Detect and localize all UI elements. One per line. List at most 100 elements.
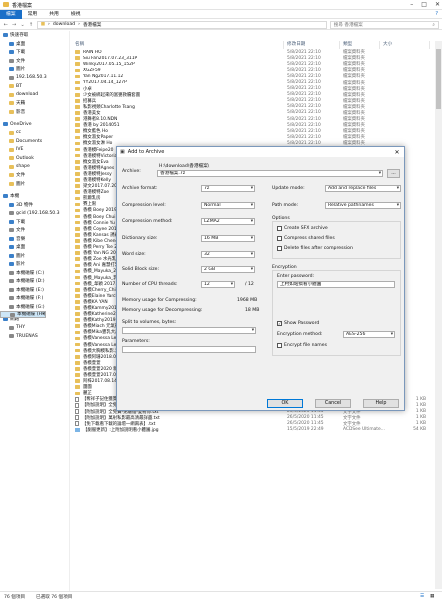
delete-checkbox[interactable]: Delete files after compression — [277, 246, 353, 251]
breadcrumb-current[interactable]: 香港檔案 — [83, 22, 101, 28]
maximize-button[interactable]: □ — [421, 1, 427, 8]
nav-item-label: 圖片 — [16, 181, 26, 187]
format-select[interactable]: 7z — [201, 185, 255, 192]
nav-item[interactable]: THY — [0, 324, 69, 333]
help-button[interactable]: Help — [363, 399, 399, 408]
details-view-icon[interactable]: ☰ — [420, 594, 424, 599]
show-password-checkbox[interactable]: ✓ Show Password — [277, 321, 319, 326]
sfx-checkbox[interactable]: Create SFX archive — [277, 226, 328, 231]
nav-item-icon — [9, 92, 14, 97]
search-input[interactable]: 搜尋 香港檔案 ⌕ — [329, 20, 439, 29]
close-button[interactable]: ✕ — [435, 1, 440, 8]
breadcrumb-separator: › — [48, 22, 50, 27]
enc-method-select[interactable]: AES-256 — [343, 331, 395, 338]
dict-select[interactable]: 16 MB — [201, 235, 255, 242]
path-mode-select[interactable]: Relative pathnames — [325, 202, 401, 209]
nav-item[interactable]: 影片 — [0, 260, 69, 269]
split-select[interactable] — [122, 327, 256, 334]
column-name[interactable]: 名稱 — [72, 41, 284, 49]
nav-item[interactable]: 桌面 — [0, 40, 69, 49]
address-box[interactable]: ■ › download › 香港檔案 — [36, 20, 327, 29]
file-name: 阿梓2017.08.14 — [83, 379, 117, 385]
nav-item[interactable]: TRUENAS — [0, 332, 69, 341]
update-mode-select[interactable]: Add and replace files — [325, 185, 401, 192]
nav-item[interactable]: download — [0, 91, 69, 100]
tab-share[interactable]: 共用 — [43, 10, 65, 19]
nav-item[interactable]: 桌面 — [0, 243, 69, 252]
nav-item[interactable]: Documents — [0, 137, 69, 146]
title-bar: 香港檔案 – □ ✕ — [0, 0, 442, 10]
nav-item[interactable]: 本機磁碟 (C:) — [0, 269, 69, 278]
column-date[interactable]: 修改日期 — [284, 41, 340, 49]
file-name-cell: 少女被綁起來的富婆救贖套圖 — [72, 92, 284, 98]
up-arrow-icon[interactable]: ↑ — [28, 22, 33, 28]
column-size[interactable]: 大小 — [380, 41, 430, 49]
folder-icon — [75, 239, 80, 243]
tab-view[interactable]: 檢視 — [65, 10, 87, 19]
column-type[interactable]: 類型 — [340, 41, 380, 49]
nav-item-label: 影片 — [16, 262, 26, 268]
threads-select[interactable]: 12 — [201, 281, 235, 288]
nav-item[interactable]: 本機磁碟 (G:) — [0, 303, 69, 312]
file-type: 檔案資料夾 — [343, 80, 365, 86]
file-date: 5/8/2021 22:10 — [287, 67, 321, 73]
nav-item[interactable]: cc — [0, 129, 69, 138]
nav-item[interactable]: shape — [0, 163, 69, 172]
nav-item[interactable]: 文件 — [0, 57, 69, 66]
method-select[interactable]: LZMA2 — [201, 218, 255, 225]
word-select[interactable]: 32 — [201, 251, 255, 258]
nav-item[interactable]: 本機磁碟 (D:) — [0, 277, 69, 286]
file-type: 檔案資料夾 — [343, 123, 365, 129]
nav-item[interactable]: 下載 — [0, 218, 69, 227]
nav-item[interactable]: BT — [0, 82, 69, 91]
minimize-button[interactable]: – — [410, 1, 413, 8]
nav-item[interactable]: OneDrive — [0, 120, 69, 129]
nav-item[interactable]: gcid (192.168.50.3 — [0, 209, 69, 218]
nav-item[interactable]: 圖片 — [0, 65, 69, 74]
file-name: 香模 Zoe 水光乳尊 — [83, 257, 121, 263]
nav-item[interactable]: IVE — [0, 146, 69, 155]
item-count: 76 個項目 — [4, 595, 26, 600]
forward-arrow-icon[interactable]: → — [11, 22, 16, 28]
vertical-scrollbar[interactable] — [435, 41, 442, 589]
nav-item[interactable]: 下載 — [0, 48, 69, 57]
breadcrumb-download[interactable]: download — [53, 22, 75, 27]
nav-item[interactable]: 本機磁碟 (H:) — [0, 311, 47, 318]
solid-select[interactable]: 2 GB — [201, 266, 255, 273]
thumbnail-view-icon[interactable]: ▦ — [430, 594, 434, 599]
back-arrow-icon[interactable]: ← — [3, 22, 8, 28]
nav-item[interactable]: 快速存取 — [0, 31, 69, 40]
tab-home[interactable]: 常用 — [22, 10, 44, 19]
folder-icon — [75, 373, 80, 377]
encrypt-names-checkbox[interactable]: Encrypt file names — [277, 343, 327, 348]
password-input[interactable]: 上村如站搞看小體園 — [277, 281, 395, 288]
nav-item-icon — [9, 236, 14, 241]
nav-item[interactable]: 文件 — [0, 226, 69, 235]
params-input[interactable] — [122, 346, 256, 353]
nav-item[interactable]: 影音 — [0, 108, 69, 117]
nav-item[interactable]: 文件 — [0, 171, 69, 180]
nav-item[interactable]: 192.168.50.3 — [0, 74, 69, 83]
nav-item-icon — [9, 304, 14, 309]
dialog-close-icon[interactable]: ✕ — [390, 149, 404, 156]
browse-button[interactable]: ... — [387, 169, 400, 178]
nav-item[interactable]: 天籟 — [0, 99, 69, 108]
file-row[interactable]: 【劇服更新】:上附加說明看小體園.jpg 15/5/2019 22:49 ACDSe… — [72, 427, 436, 433]
nav-item[interactable]: Outlook — [0, 154, 69, 163]
level-select[interactable]: Normal — [201, 202, 255, 209]
scrollbar-thumb[interactable] — [436, 49, 441, 109]
help-icon[interactable]: ? — [435, 11, 438, 17]
nav-item[interactable]: 圖片 — [0, 252, 69, 261]
cancel-button[interactable]: Cancel — [315, 399, 351, 408]
nav-item[interactable]: 本機 — [0, 192, 69, 201]
nav-item[interactable]: 圖片 — [0, 180, 69, 189]
nav-item[interactable]: 本機磁碟 (E:) — [0, 286, 69, 295]
nav-item[interactable]: 音樂 — [0, 235, 69, 244]
shared-checkbox[interactable]: Compress shared files — [277, 236, 335, 241]
chevron-down-icon[interactable]: ⌄ — [20, 22, 25, 28]
nav-item[interactable]: 本機磁碟 (F:) — [0, 294, 69, 303]
ok-button[interactable]: OK — [267, 399, 303, 408]
tab-file[interactable]: 檔案 — [0, 9, 22, 19]
archive-name-combobox[interactable]: 香港檔案.7z — [157, 170, 383, 177]
nav-item[interactable]: 3D 物件 — [0, 201, 69, 210]
